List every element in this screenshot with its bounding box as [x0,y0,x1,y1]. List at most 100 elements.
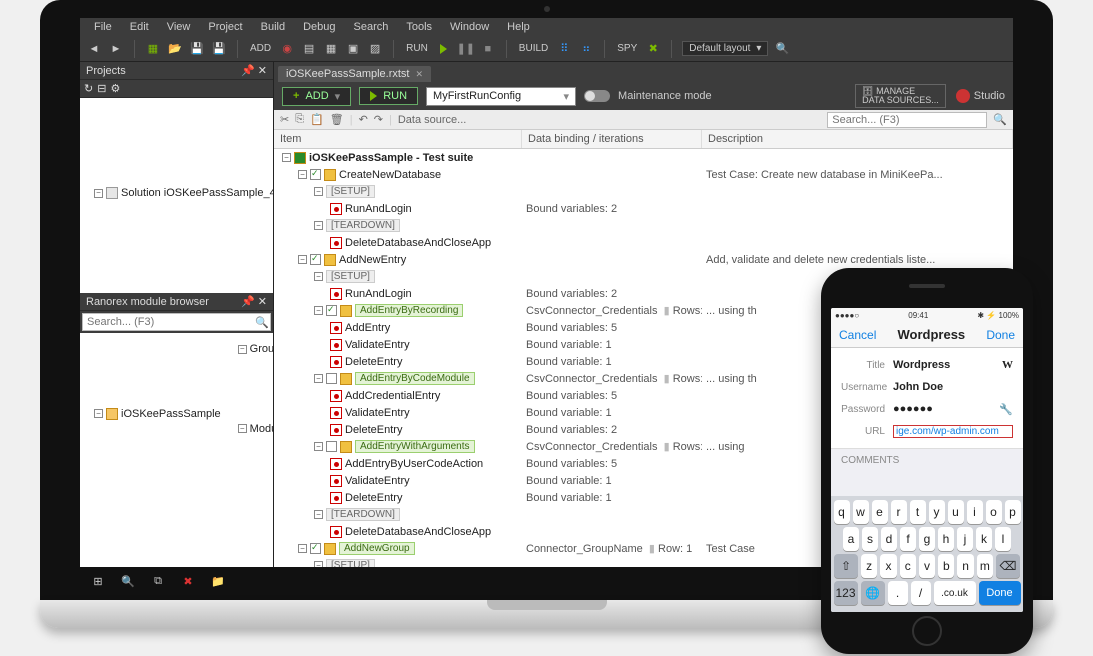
module-search[interactable]: 🔍 [82,313,271,331]
projects-tree[interactable]: −Solution iOSKeePassSample_4 −iOSKeePass… [80,98,273,293]
app-ranorex-icon[interactable]: ✖ [180,573,196,589]
key-b[interactable]: b [938,554,954,578]
suite-row[interactable]: RunAndLoginBound variables: 2 [274,200,1013,217]
run-icon[interactable] [436,41,452,57]
key-k[interactable]: k [976,527,992,551]
key-w[interactable]: w [853,500,869,524]
key-y[interactable]: y [929,500,945,524]
url-field[interactable]: ige.com/wp-admin.com [893,425,1013,438]
menu-file[interactable]: File [86,20,120,34]
menu-project[interactable]: Project [200,20,250,34]
home-button[interactable] [912,616,942,646]
suite-row[interactable]: DeleteDatabaseAndCloseApp [274,234,1013,251]
suite-row[interactable]: −CreateNewDatabaseTest Case: Create new … [274,166,1013,183]
menu-window[interactable]: Window [442,20,497,34]
title-field[interactable]: Wordpress [893,359,1002,371]
maintenance-toggle[interactable] [584,90,610,102]
nav-back-icon[interactable]: ◄ [86,41,102,57]
add-mod-icon[interactable]: ▤ [301,41,317,57]
key-123[interactable]: 123 [834,581,858,605]
key-x[interactable]: x [880,554,896,578]
refresh-icon[interactable]: ↻ [84,82,93,95]
col-desc[interactable]: Description [702,130,1013,148]
menu-debug[interactable]: Debug [295,20,343,34]
key-⇧[interactable]: ⇧ [834,554,858,578]
menu-edit[interactable]: Edit [122,20,157,34]
new-icon[interactable]: ▦ [145,41,161,57]
search-icon[interactable]: 🔍 [120,573,136,589]
menu-build[interactable]: Build [253,20,293,34]
cut-icon[interactable]: ✂ [280,113,289,126]
undo-icon[interactable]: ↶ [359,113,368,126]
pin-icon[interactable]: 📌 ✕ [241,64,267,77]
add-rec-icon[interactable]: ◉ [279,41,295,57]
build-icon[interactable]: ⠿ [556,41,572,57]
tab-testsuite[interactable]: iOSKeePassSample.rxtst ✕ [278,66,431,82]
key-couk[interactable]: .co.uk [934,581,976,605]
add-button[interactable]: + ADD▾ [282,87,351,106]
key-u[interactable]: u [948,500,964,524]
key-slash[interactable]: / [911,581,931,605]
add-repo-icon[interactable]: ▦ [323,41,339,57]
explorer-icon[interactable]: 📁 [210,573,226,589]
key-globe[interactable]: 🌐 [861,581,885,605]
saveall-icon[interactable]: 💾 [211,41,227,57]
search-toolbar-icon[interactable]: 🔍 [774,41,790,57]
menu-tools[interactable]: Tools [398,20,440,34]
start-icon[interactable]: ⊞ [90,573,106,589]
key-dot[interactable]: . [888,581,908,605]
open-icon[interactable]: 📂 [167,41,183,57]
wrench-icon[interactable]: 🔧 [999,403,1013,416]
menu-view[interactable]: View [159,20,199,34]
save-icon[interactable]: 💾 [189,41,205,57]
key-s[interactable]: s [862,527,878,551]
stop-icon[interactable]: ■ [480,41,496,57]
pause-icon[interactable]: ❚❚ [458,41,474,57]
cancel-button[interactable]: Cancel [839,328,876,342]
menu-help[interactable]: Help [499,20,538,34]
runconfig-combo[interactable]: MyFirstRunConfig▾ [426,87,576,106]
copy-icon[interactable]: ⎘ [295,113,304,126]
username-field[interactable]: John Doe [893,381,1013,393]
paste-icon[interactable]: 📋 [310,113,324,126]
key-r[interactable]: r [891,500,907,524]
key-m[interactable]: m [977,554,993,578]
col-bind[interactable]: Data binding / iterations [522,130,702,148]
password-field[interactable]: ●●●●●● [893,403,999,415]
key-⌫[interactable]: ⌫ [996,554,1020,578]
datasource-btn[interactable]: Data source... [398,114,466,126]
menu-search[interactable]: Search [346,20,397,34]
key-g[interactable]: g [919,527,935,551]
nav-fwd-icon[interactable]: ► [108,41,124,57]
key-e[interactable]: e [872,500,888,524]
key-h[interactable]: h [938,527,954,551]
key-l[interactable]: l [995,527,1011,551]
key-q[interactable]: q [834,500,850,524]
props-icon[interactable]: ⚙ [110,82,120,95]
key-v[interactable]: v [919,554,935,578]
taskview-icon[interactable]: ⧉ [150,573,166,589]
suite-search-input[interactable] [827,112,987,128]
rebuild-icon[interactable]: ⠶ [578,41,594,57]
delete-icon[interactable]: 🗑 [330,113,344,126]
key-t[interactable]: t [910,500,926,524]
search-icon[interactable]: 🔍 [993,113,1007,126]
redo-icon[interactable]: ↷ [374,113,383,126]
suite-row[interactable]: −[TEARDOWN] [274,217,1013,234]
key-n[interactable]: n [957,554,973,578]
key-i[interactable]: i [967,500,983,524]
key-done[interactable]: Done [979,581,1021,605]
run-button[interactable]: RUN [359,87,418,105]
key-z[interactable]: z [861,554,877,578]
key-p[interactable]: p [1005,500,1021,524]
col-item[interactable]: Item [274,130,522,148]
spy-icon[interactable]: ✖ [645,41,661,57]
add-ts-icon[interactable]: ▣ [345,41,361,57]
module-search-input[interactable] [83,314,254,330]
key-a[interactable]: a [843,527,859,551]
module-tree[interactable]: −iOSKeePassSample −Groups RunAndLoginDel… [80,333,273,567]
close-icon[interactable]: ✕ [416,69,424,80]
search-icon[interactable]: 🔍 [254,314,270,330]
suite-row[interactable]: −AddNewEntryAdd, validate and delete new… [274,251,1013,268]
pin-icon[interactable]: 📌 ✕ [241,295,267,308]
